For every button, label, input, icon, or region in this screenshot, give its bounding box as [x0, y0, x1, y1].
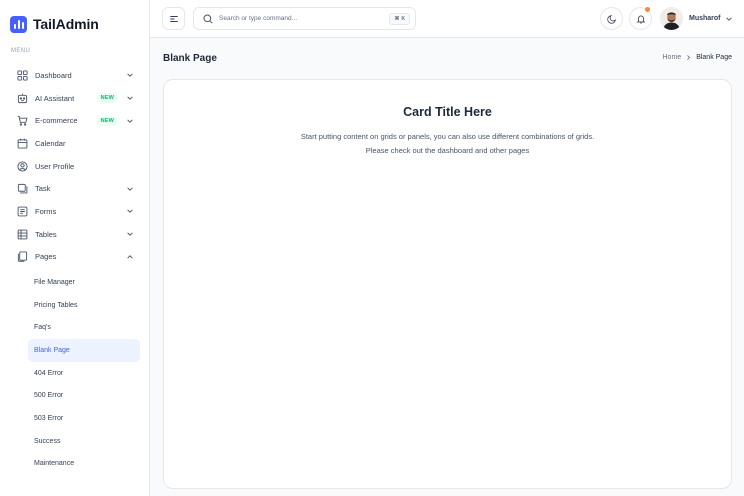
chevron-down-icon[interactable] [125, 116, 134, 125]
sidebar: TailAdmin MENU Dashboard AI Assistant NE… [0, 0, 150, 496]
forms-icon [17, 206, 28, 217]
card-title: Card Title Here [403, 105, 492, 119]
submenu-item-success[interactable]: Success [28, 430, 140, 453]
submenu-item-503-error[interactable]: 503 Error [28, 407, 140, 430]
logo-mark-icon [10, 15, 27, 33]
sidebar-item-ai-assistant[interactable]: AI Assistant NEW [10, 87, 140, 110]
sidebar-item-label: AI Assistant [35, 93, 75, 103]
shortcut-hint: ⌘ K [389, 13, 410, 25]
submenu-item-500-error[interactable]: 500 Error [28, 384, 140, 407]
brand-name: TailAdmin [33, 16, 99, 32]
breadcrumb-current: Blank Page [696, 54, 732, 61]
sidebar-item-label: Pages [35, 252, 57, 262]
pages-submenu: File Manager Pricing Tables Faq's Blank … [28, 271, 140, 475]
sidebar-item-task[interactable]: Task [10, 177, 140, 200]
sidebar-item-pages[interactable]: Pages [10, 246, 140, 269]
submenu-item-faqs[interactable]: Faq's [28, 316, 140, 339]
chevron-down-icon[interactable] [125, 230, 134, 239]
table-icon [17, 229, 28, 240]
new-badge: NEW [96, 93, 118, 104]
submenu-item-blank-page[interactable]: Blank Page [28, 339, 140, 362]
avatar [660, 7, 683, 30]
logo[interactable]: TailAdmin [10, 14, 99, 34]
sidebar-item-ecommerce[interactable]: E-commerce NEW [10, 109, 140, 132]
sidebar-toggle-button[interactable] [162, 7, 185, 30]
sidebar-item-label: Forms [35, 206, 57, 216]
bell-icon [636, 15, 645, 23]
pages-icon [17, 251, 28, 263]
new-badge: NEW [96, 115, 118, 126]
chevron-down-icon[interactable] [125, 207, 134, 216]
dark-mode-toggle-button[interactable] [600, 7, 623, 30]
sidebar-item-label: E-commerce [35, 116, 78, 126]
breadcrumb: Home Blank Page [663, 54, 733, 61]
chevron-down-icon[interactable] [125, 94, 134, 103]
chevron-up-icon[interactable] [125, 252, 134, 261]
sidebar-item-dashboard[interactable]: Dashboard [10, 64, 140, 87]
chevron-down-icon[interactable] [125, 184, 134, 193]
submenu-item-file-manager[interactable]: File Manager [28, 271, 140, 294]
card-text-line: Please check out the dashboard and other… [365, 146, 530, 155]
content-card: Card Title Here Start putting content on… [163, 79, 732, 489]
sidebar-nav: Dashboard AI Assistant NEW E-commerce NE… [10, 64, 140, 268]
calendar-icon [17, 138, 28, 149]
submenu-item-pricing-tables[interactable]: Pricing Tables [28, 294, 140, 317]
search-input[interactable]: Search or type command... [219, 15, 297, 22]
moon-icon [606, 14, 616, 24]
card-description: Start putting content on grids or panels… [164, 130, 731, 158]
chevron-right-icon [687, 55, 691, 60]
ai-icon [17, 93, 28, 104]
breadcrumb-home-link[interactable]: Home [663, 54, 682, 61]
user-circle-icon [17, 161, 28, 172]
notification-dot [645, 7, 650, 12]
sidebar-item-label: Calendar [35, 138, 66, 148]
search-icon [203, 14, 213, 24]
page-title: Blank Page [163, 53, 217, 64]
menu-icon [169, 15, 178, 22]
sidebar-item-tables[interactable]: Tables [10, 223, 140, 246]
top-header: Search or type command... ⌘ K Musharof [150, 0, 744, 38]
search-bar[interactable]: Search or type command... ⌘ K [193, 7, 416, 30]
notifications-button[interactable] [629, 7, 652, 30]
submenu-item-maintenance[interactable]: Maintenance [28, 453, 140, 476]
user-menu[interactable]: Musharof [660, 7, 733, 30]
sidebar-item-label: Tables [35, 229, 57, 239]
card-text-line: Start putting content on grids or panels… [300, 132, 595, 141]
grid-icon [17, 70, 28, 81]
chevron-down-icon [725, 16, 732, 21]
sidebar-item-forms[interactable]: Forms [10, 200, 140, 223]
menu-section-label: MENU [11, 48, 31, 54]
sidebar-item-label: User Profile [35, 161, 75, 171]
cart-icon [17, 115, 28, 126]
sidebar-item-user-profile[interactable]: User Profile [10, 155, 140, 178]
submenu-item-404-error[interactable]: 404 Error [28, 362, 140, 385]
user-name: Musharof [689, 15, 721, 22]
task-icon [17, 183, 28, 194]
chevron-down-icon[interactable] [125, 71, 134, 80]
sidebar-item-label: Dashboard [35, 70, 72, 80]
sidebar-item-label: Task [35, 184, 51, 194]
sidebar-item-calendar[interactable]: Calendar [10, 132, 140, 155]
